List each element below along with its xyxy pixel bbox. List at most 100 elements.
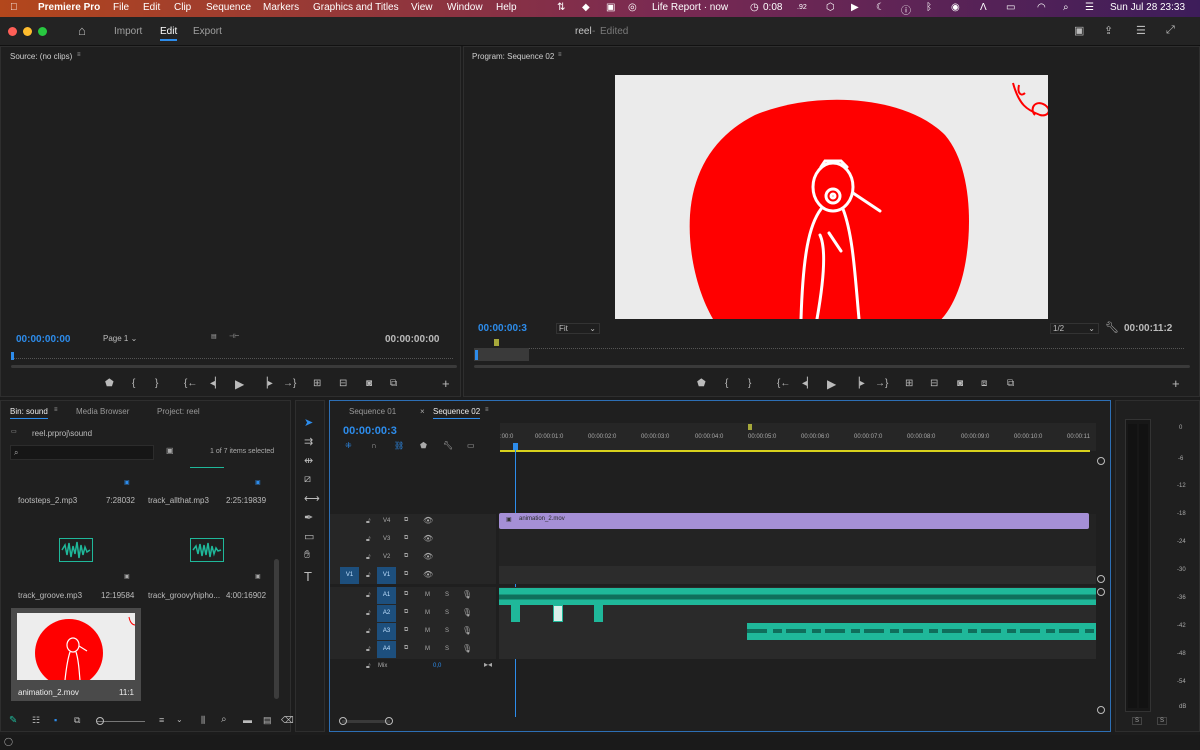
sync-lock-icon[interactable]: ⧉ [404,553,408,560]
audio-clip-a2[interactable] [511,605,520,622]
lift-icon[interactable]: ⊞ [905,378,913,389]
fit-select[interactable]: Fit ⌄ [556,323,600,334]
meter-solo-right[interactable]: S [1157,717,1168,725]
sort-chevron-icon[interactable]: ⌄ [176,715,183,724]
menu-edit[interactable]: Edit [143,2,160,13]
add-marker-icon[interactable]: ⬟ [105,378,114,389]
insert-icon[interactable]: ⊣⊢ [229,333,239,340]
info-icon[interactable]: ⓘ [901,2,911,17]
track-label-v4[interactable]: V4 [383,518,390,524]
eye-icon[interactable]: 👁︎ [423,516,433,525]
new-folder-icon[interactable]: ▬ [243,715,252,725]
step-back-icon[interactable]: ◂▏ [210,378,223,389]
figma-icon[interactable]: ◆ [582,2,590,13]
pencil-icon[interactable]: ✎ [9,715,17,726]
menu-window[interactable]: Window [447,2,483,13]
program-marker[interactable] [494,339,499,346]
menu-clip[interactable]: Clip [174,2,191,13]
zoom-handle-right[interactable] [385,717,393,725]
menu-file[interactable]: File [113,2,129,13]
audio-clip-a1[interactable] [499,588,1096,605]
new-item-icon[interactable]: ▤ [263,715,272,726]
timeline-timecode[interactable]: 00:00:00:3 [343,425,397,437]
mark-out-icon[interactable]: } [155,378,158,389]
ripple-edit-tool-icon[interactable]: ⇹ [304,454,313,467]
v1-lane[interactable] [499,566,1096,584]
timer[interactable]: 0:08 [763,2,782,13]
search-icon[interactable]: ⌕ [1063,2,1069,13]
program-timecode[interactable]: 00:00:00:3 [478,323,527,334]
mic-icon[interactable]: 🎙︎ [462,608,472,617]
extract-icon[interactable]: ⊟ [930,378,938,389]
go-to-out-icon[interactable]: →} [283,378,296,389]
solo-button[interactable]: S [445,610,449,616]
status-circle-icon[interactable]: ◯ [4,737,13,746]
audio-scroll-handle[interactable] [1097,706,1105,714]
source-patch-v1[interactable]: V1 [340,567,359,584]
lock-icon[interactable]: 🔓︎ [366,536,371,544]
program-work-area[interactable] [474,348,529,361]
mix-expand-icon[interactable]: ▸◂ [484,660,492,669]
playhead-handle[interactable] [513,443,518,450]
captions-icon[interactable]: ▭ [467,441,475,450]
mute-button[interactable]: M [425,628,430,634]
wifi-icon[interactable]: ◠ [1037,2,1046,13]
eye-icon[interactable]: 👁︎ [423,534,433,543]
tab-bin-sound[interactable]: Bin: sound [10,407,48,419]
proxy-icon[interactable]: ⧈ [981,378,987,389]
zoom-slider[interactable] [97,721,145,722]
track-label-a1[interactable]: A1 [377,587,396,604]
panel-menu-icon[interactable]: ☰ [1136,24,1146,37]
date[interactable]: Sun Jul 28 [1110,2,1157,13]
add-button-icon[interactable]: + [442,376,450,391]
time[interactable]: 23:33 [1160,2,1185,13]
timeline-menu-icon[interactable]: ≡ [485,407,489,413]
lock-icon[interactable]: 🔓︎ [366,663,371,671]
audio-scroll-handle[interactable] [1097,588,1105,596]
freeform-view-icon[interactable]: ⧉ [74,715,80,726]
app-icon[interactable]: ▣ [606,2,615,13]
play-icon[interactable]: ▶ [235,377,244,391]
snap-icon[interactable]: ∩ [371,441,377,450]
bluetooth-icon[interactable]: ᛒ [926,2,932,13]
slip-tool-icon[interactable]: ⟷ [304,492,320,505]
mic-icon[interactable]: 🎙︎ [462,626,472,635]
program-preview-frame[interactable] [615,75,1048,319]
program-mark-out-icon[interactable]: } [748,378,751,389]
podcast-icon[interactable]: ◎ [628,2,637,13]
track-label-a3[interactable]: A3 [377,623,396,640]
list-item[interactable]: ▣ footsteps_2.mp3 7:28032 [11,471,139,515]
menu-graphics[interactable]: Graphics and Titles [313,2,399,13]
mute-button[interactable]: M [425,592,430,598]
close-tab-icon[interactable]: × [420,407,425,416]
program-go-to-in-icon[interactable]: {← [777,378,790,389]
mix-volume[interactable]: 0,0 [433,663,441,669]
sequence-marker[interactable] [748,424,752,430]
program-menu-icon[interactable]: ≡ [558,52,562,58]
program-add-button-icon[interactable]: + [1172,376,1180,391]
source-zoom-bar[interactable] [11,365,457,368]
program-mark-in-icon[interactable]: { [725,378,728,389]
clip-icon[interactable]: ▤ [211,333,217,340]
list-item[interactable]: ▣ track_groove.mp3 12:19584 [11,521,139,603]
meter-solo-left[interactable]: S [1132,717,1143,725]
track-label-a4[interactable]: A4 [377,641,396,658]
hexagon-icon[interactable]: ⬡ [826,2,835,13]
program-go-to-out-icon[interactable]: →} [875,378,888,389]
fullscreen-icon[interactable]: ⤢ [1166,24,1175,37]
lock-icon[interactable]: 🔓︎ [366,518,371,526]
program-step-forward-icon[interactable]: ▕▸ [852,378,865,389]
lock-icon[interactable]: 🔓︎ [366,646,371,654]
lock-icon[interactable]: 🔓︎ [366,554,371,562]
export-frame-icon[interactable]: ◙ [366,378,372,389]
eye-icon[interactable]: 👁︎ [423,552,433,561]
audio-clip-a2[interactable] [594,605,603,622]
clear-icon[interactable]: ⌫ [281,715,294,726]
menu-sequence[interactable]: Sequence [206,2,251,13]
track-label-v1[interactable]: V1 [377,567,396,584]
time-ruler[interactable]: :00:0 00:00:01:0 00:00:02:0 00:00:03:0 0… [500,423,1096,452]
arrows-icon[interactable]: ⇅ [557,2,565,13]
timeline-settings-icon[interactable]: 🔧︎ [443,441,453,450]
moon-icon[interactable]: ☾ [876,2,885,13]
selection-tool-icon[interactable]: ➤ [304,416,313,429]
